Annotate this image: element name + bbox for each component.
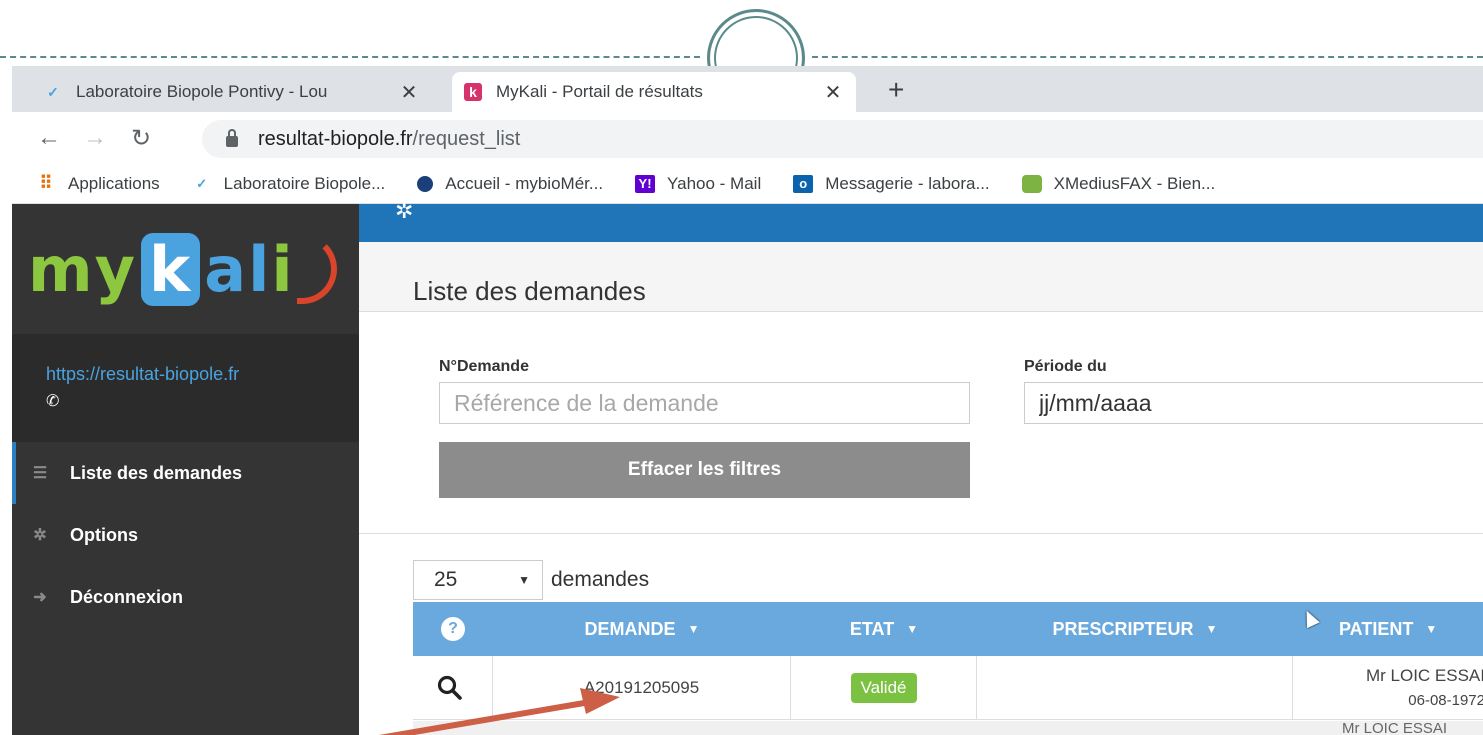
phone-icon: ✆ xyxy=(46,393,60,410)
page-size-value: 25 xyxy=(434,568,458,591)
sidebar-item-options[interactable]: ✲ Options xyxy=(12,504,359,566)
mybiomerieux-icon xyxy=(417,175,434,192)
bookmark-label: XMediusFAX - Bien... xyxy=(1053,173,1216,193)
requests-list: 25 ▼ demandes ? DEMANDE ▼ ETAT ▼ PRESCRIPT… xyxy=(359,534,1483,735)
outlook-icon: o xyxy=(793,174,814,193)
tab-title: Laboratoire Biopole Pontivy - Lou xyxy=(76,82,328,101)
sort-icon: ▼ xyxy=(1205,622,1218,636)
tab-strip: ✓ Laboratoire Biopole Pontivy - Lou ✕ k … xyxy=(12,66,1483,112)
browser-window: ✓ Laboratoire Biopole Pontivy - Lou ✕ k … xyxy=(12,66,1483,735)
demande-filter-label: N°Demande xyxy=(439,358,529,375)
clear-filters-button[interactable]: Effacer les filtres xyxy=(439,442,970,498)
page-size-control: 25 ▼ demandes xyxy=(413,560,649,600)
sort-icon: ▼ xyxy=(1425,622,1438,636)
reload-icon[interactable]: ↻ xyxy=(118,124,164,153)
bookmark-applications[interactable]: ⠿ Applications xyxy=(36,173,160,194)
column-prescripteur[interactable]: PRESCRIPTEUR ▼ xyxy=(977,602,1293,656)
sort-icon: ▼ xyxy=(906,622,919,636)
bookmark-mybiomerieux[interactable]: Accueil - mybioMér... xyxy=(417,174,603,194)
bookmark-xmediusfax[interactable]: XMediusFAX - Bien... xyxy=(1021,173,1216,194)
help-icon[interactable]: ? xyxy=(441,617,465,641)
bookmark-biopole[interactable]: ✓ Laboratoire Biopole... xyxy=(192,173,386,194)
mykali-logo: my k al i xyxy=(28,232,337,306)
page-size-select[interactable]: 25 ▼ xyxy=(413,560,543,600)
close-tab-icon[interactable]: ✕ xyxy=(822,80,844,105)
help-column: ? xyxy=(413,602,493,656)
sidebar-item-deconnexion[interactable]: ➜ Déconnexion xyxy=(12,566,359,628)
bookmark-label: Accueil - mybioMér... xyxy=(445,173,604,193)
sidebar: my k al i https://resultat-biopole.fr ✆ ☰ L… xyxy=(12,204,359,735)
prescripteur-cell xyxy=(977,656,1293,719)
bookmark-label: Applications xyxy=(68,173,160,193)
decorative-dashed-line-left xyxy=(0,56,700,58)
top-bar: ✲ xyxy=(359,198,1483,242)
etat-cell: Validé xyxy=(791,656,977,719)
dropdown-caret-icon: ▼ xyxy=(518,573,530,587)
url-host: resultat-biopole.fr xyxy=(258,127,413,150)
column-patient[interactable]: PATIENT ▼ xyxy=(1293,602,1483,656)
back-icon[interactable]: ← xyxy=(26,124,72,152)
contact-url[interactable]: https://resultat-biopole.fr xyxy=(46,364,359,385)
sidebar-item-liste-des-demandes[interactable]: ☰ Liste des demandes xyxy=(12,442,359,504)
bookmark-yahoo[interactable]: Y! Yahoo - Mail xyxy=(635,174,761,194)
url-path: /request_list xyxy=(412,127,521,150)
sidebar-item-label: Déconnexion xyxy=(70,586,184,607)
settings-gear-icon[interactable]: ✲ xyxy=(395,198,413,224)
table-header: ? DEMANDE ▼ ETAT ▼ PRESCRIPTEUR ▼ PATIENT ▼ xyxy=(413,602,1483,656)
biopole-icon: ✓ xyxy=(196,175,208,191)
bookmarks-bar: ⠿ Applications ✓ Laboratoire Biopole... … xyxy=(12,164,1483,204)
apps-grid-icon: ⠿ xyxy=(39,173,53,193)
periode-date-input[interactable] xyxy=(1024,382,1483,424)
new-tab-icon[interactable]: + xyxy=(888,74,904,106)
patient-cell: Mr LOIC ESSAI 06-08-1972 xyxy=(1293,656,1483,719)
contact-block: https://resultat-biopole.fr ✆ xyxy=(12,334,359,442)
tab-title: MyKali - Portail de résultats xyxy=(496,82,703,101)
patient-name-partial: Mr LOIC ESSAI xyxy=(1342,720,1448,735)
patient-dob: 06-08-1972 xyxy=(1408,692,1483,709)
demande-reference-input[interactable] xyxy=(439,382,970,424)
list-icon: ☰ xyxy=(32,465,48,482)
view-cell xyxy=(413,656,493,719)
logo-area: my k al i xyxy=(12,204,359,334)
sidebar-item-label: Liste des demandes xyxy=(70,462,243,483)
tab-biopole[interactable]: ✓ Laboratoire Biopole Pontivy - Lou ✕ xyxy=(32,72,432,112)
sort-icon: ▼ xyxy=(687,622,700,636)
periode-filter-label: Période du xyxy=(1024,358,1107,375)
lock-icon xyxy=(226,128,238,147)
main-content: ✲ Liste des demandes N°Demande Période d… xyxy=(359,198,1483,735)
column-etat[interactable]: ETAT ▼ xyxy=(791,602,977,656)
bookmark-messagerie[interactable]: o Messagerie - labora... xyxy=(793,173,990,194)
biopole-favicon-icon: ✓ xyxy=(47,83,59,100)
patient-name: Mr LOIC ESSAI xyxy=(1365,666,1483,685)
bookmark-label: Yahoo - Mail xyxy=(667,173,762,193)
yahoo-icon: Y! xyxy=(635,174,656,193)
gear-icon: ✲ xyxy=(33,527,47,544)
sidebar-item-label: Options xyxy=(70,524,138,545)
forward-icon[interactable]: → xyxy=(72,124,118,152)
logout-icon: ➜ xyxy=(33,589,47,606)
bookmark-label: Messagerie - labora... xyxy=(825,173,990,193)
bookmark-label: Laboratoire Biopole... xyxy=(223,173,386,193)
filters-panel: N°Demande Période du Effacer les filtres xyxy=(359,312,1483,534)
column-demande[interactable]: DEMANDE ▼ xyxy=(493,602,791,656)
status-badge: Validé xyxy=(850,672,917,703)
tab-mykali[interactable]: k MyKali - Portail de résultats ✕ xyxy=(452,72,856,112)
decorative-dashed-line-right xyxy=(812,56,1483,58)
table-row[interactable]: A20191205095 Validé Mr LOIC ESSAI 06-08-… xyxy=(413,656,1483,720)
xmedius-icon xyxy=(1021,174,1042,193)
page-title: Liste des demandes xyxy=(359,242,1483,312)
table-row[interactable]: Mr LOIC ESSAI xyxy=(413,720,1483,735)
address-bar[interactable]: resultat-biopole.fr/request_list xyxy=(202,120,1483,158)
search-icon[interactable] xyxy=(437,675,463,701)
close-tab-icon[interactable]: ✕ xyxy=(398,80,420,105)
mykali-favicon-icon: k xyxy=(464,83,482,101)
navigation-bar: ← → ↻ resultat-biopole.fr/request_list xyxy=(12,112,1483,164)
demande-cell: A20191205095 xyxy=(493,656,791,719)
page-size-suffix: demandes xyxy=(551,568,650,591)
